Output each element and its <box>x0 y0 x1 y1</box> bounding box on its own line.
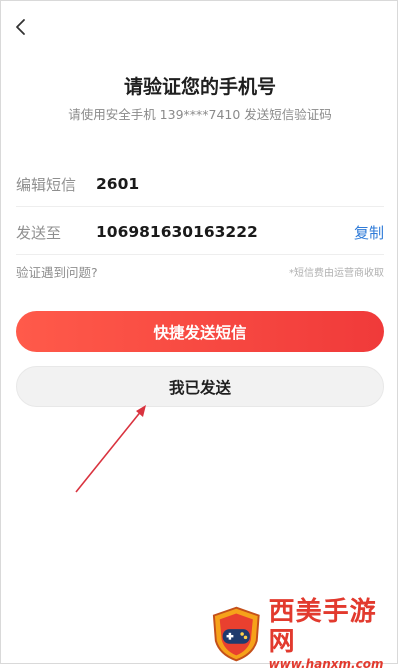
page-subtitle: 请使用安全手机 139****7410 发送短信验证码 <box>68 107 332 122</box>
site-watermark: 西美手游网 www.hanxm.com <box>210 597 400 671</box>
page-title: 请验证您的手机号 <box>123 76 276 98</box>
gamepad-shield-logo-icon <box>212 606 260 662</box>
watermark-site-name: 西美手游网 <box>268 597 377 657</box>
sms-content-value: 2601 <box>96 175 140 193</box>
sms-content-label: 编辑短信 <box>16 175 77 194</box>
chevron-left-icon <box>14 18 28 40</box>
send-to-number: 106981630163222 <box>96 223 258 241</box>
sms-content-row: 编辑短信 2601 <box>16 162 384 207</box>
copy-button[interactable]: 复制 <box>354 222 384 243</box>
help-row: 验证遇到问题? *短信费由运营商收取 <box>16 262 384 281</box>
send-to-row: 发送至 106981630163222 复制 <box>16 210 384 255</box>
send-to-label: 发送至 <box>16 223 62 242</box>
back-button[interactable] <box>8 16 34 42</box>
sms-fee-note: *短信费由运营商收取 <box>289 268 384 279</box>
verification-help-link[interactable]: 验证遇到问题? <box>16 262 98 281</box>
quick-send-sms-button[interactable]: 快捷发送短信 <box>16 311 384 352</box>
watermark-site-url: www.hanxm.com <box>268 657 384 671</box>
annotation-arrow-icon <box>75 405 146 493</box>
